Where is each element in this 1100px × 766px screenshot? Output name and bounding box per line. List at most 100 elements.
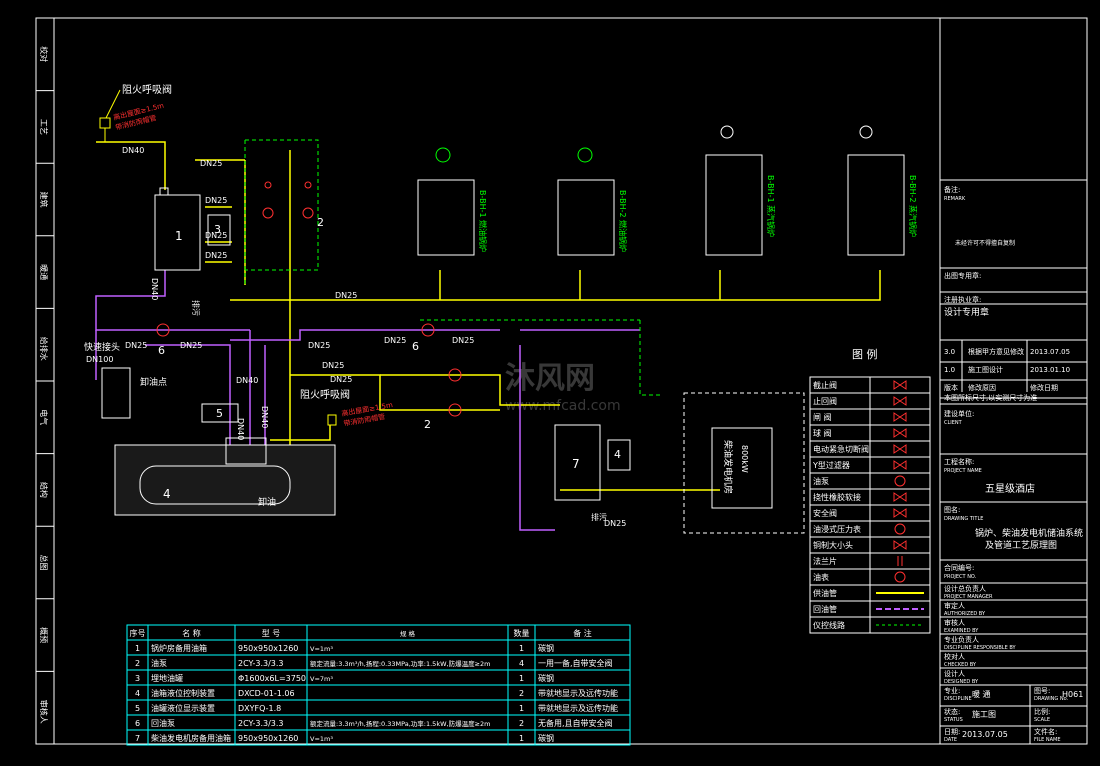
underground-tank-3: 4 卸油 xyxy=(114,437,336,516)
boilers xyxy=(417,125,905,256)
legend-item-label: 闸 阀 xyxy=(813,413,832,422)
quick-connector-size: DN100 xyxy=(86,355,113,364)
pipe-size-label: DN25 xyxy=(180,341,202,350)
left-strip-item: 给排水 xyxy=(39,337,49,361)
title-block-text: DISCIPLINE xyxy=(944,696,972,702)
legend-valve-check-icon xyxy=(893,396,907,406)
pipe-size-label: DN40 xyxy=(236,376,258,385)
legend-item-label: 铜制大小头 xyxy=(813,540,853,550)
title-block-text: 本图所标尺寸,以实测尺寸为准 xyxy=(944,393,1037,402)
left-strip-item: 概预 xyxy=(39,627,49,643)
left-strip-item: 建筑 xyxy=(39,192,49,208)
title-block-text: 日期: xyxy=(944,728,960,736)
watermark-url: www.mfcad.com xyxy=(505,398,621,414)
title-block-text: 备注: xyxy=(944,185,960,194)
title-block-text: 工程名称: xyxy=(944,457,974,466)
watermark-brand: 沐风网 xyxy=(505,361,595,396)
table-cell: 一用一备,自带安全阀 xyxy=(538,658,613,668)
legend-item-label: 油浸式压力表 xyxy=(813,524,861,534)
table-cell: 油泵 xyxy=(151,658,167,668)
legend-item-label: 油表 xyxy=(813,572,829,582)
title-block-text: 状态: xyxy=(944,707,960,716)
legend-item-label: 挠性橡胶软接 xyxy=(813,492,861,502)
left-strip-item: 电气 xyxy=(39,409,49,425)
left-discipline-strip: 校对工艺建筑暖通给排水电气结构总图概预审核人 xyxy=(36,17,54,724)
table-cell: 2 xyxy=(519,689,524,698)
title-block-text: 图名: xyxy=(944,505,960,514)
title-block-text: 2013.07.05 xyxy=(1030,348,1070,356)
table-cell: 无备用,且自带安全阀 xyxy=(538,718,613,728)
table-cell: 回油泵 xyxy=(151,718,175,728)
table-cell: 3 xyxy=(135,674,140,683)
watermark: 沐风网 www.mfcad.com xyxy=(505,361,621,414)
sump-label: 卸油 xyxy=(258,496,276,508)
table-cell: 1 xyxy=(519,704,524,713)
title-block-text: STATUS xyxy=(944,717,963,723)
title-block-text: REMARK xyxy=(944,196,966,202)
pipe-size-label: DN40 xyxy=(236,418,245,440)
drain-label-1: 排污 xyxy=(191,300,201,316)
table-cell: 额定流量:3.3m³/h,扬程:0.33MPa,功率:1.5kW,防爆温度≥2m xyxy=(310,719,491,728)
left-strip-item: 校对 xyxy=(39,46,49,62)
table-cell: 2 xyxy=(519,719,524,728)
equipment-label-4b: 4 xyxy=(614,448,621,461)
title-block-text: 文件名: xyxy=(1034,727,1057,736)
pipe-size-label: DN25 xyxy=(335,291,357,300)
left-strip-item: 审核人 xyxy=(39,700,49,724)
table-header-cell: 型 号 xyxy=(262,629,281,638)
legend-valve-stop-icon xyxy=(893,380,907,390)
cad-drawing-canvas: 校对工艺建筑暖通给排水电气结构总图概预审核人 沐风网 www.mfcad.com… xyxy=(35,17,1088,746)
table-header-cell: 序号 xyxy=(130,628,146,638)
title-block-text: 建设单位: xyxy=(944,409,974,418)
table-cell: 碳钢 xyxy=(538,643,554,653)
table-cell: 锅炉房备用油箱 xyxy=(151,643,207,653)
title-block-text: AUTHORIZED BY xyxy=(944,611,986,617)
legend-gauge-icon xyxy=(894,523,906,535)
left-strip-item: 结构 xyxy=(39,482,49,498)
table-cell: 1 xyxy=(135,644,140,653)
unloading-point-label: 卸油点 xyxy=(140,376,167,388)
generator-power-label: 800kW xyxy=(740,445,749,473)
title-block-text: CHECKED BY xyxy=(944,662,977,668)
return-pumps xyxy=(156,323,462,417)
boiler-label-4: B-BH-2 蒸汽锅炉 xyxy=(908,175,918,237)
title-block-text: EXAMINED BY xyxy=(944,628,979,634)
table-cell: 碳钢 xyxy=(538,673,554,683)
legend-reducer-icon xyxy=(893,540,907,550)
table-cell: 1 xyxy=(519,734,524,743)
pipe-size-label: DN25 xyxy=(604,519,626,528)
table-header-cell: 名 称 xyxy=(182,628,201,638)
title-block-text: 专业负责人 xyxy=(944,635,979,644)
table-cell: Φ1600x6L=3750 xyxy=(238,674,306,683)
table-cell: 950x950x1260 xyxy=(238,734,298,743)
table-cell: 2CY-3.3/3.3 xyxy=(238,659,284,668)
left-strip-item: 暖通 xyxy=(39,264,49,280)
pipe-size-label: DN25 xyxy=(330,375,352,384)
pipe-size-label: DN25 xyxy=(322,361,344,370)
equipment-label-5: 5 xyxy=(216,407,223,420)
table-cell: DXCD-01-1.06 xyxy=(238,689,295,698)
control-lines xyxy=(244,139,660,396)
design-stamp-label: 设计专用章 xyxy=(944,306,989,318)
title-block-text: DISCIPLINE RESPONSIBLE BY xyxy=(944,645,1016,651)
pipe-size-label: DN25 xyxy=(384,336,406,345)
title-block-text: 图号: xyxy=(1034,687,1050,695)
vent-1-label: 阻火呼吸阀 xyxy=(122,83,172,96)
title-block-text: 注册执业章: xyxy=(944,295,981,304)
table-cell: 950x950x1260 xyxy=(238,644,298,653)
title-block-text: 设计人 xyxy=(944,669,965,678)
title-block-text: 比例: xyxy=(1034,707,1050,716)
boiler-label-1: B-BH-1 燃油锅炉 xyxy=(478,190,488,252)
table-cell: 碳钢 xyxy=(538,733,554,743)
table-cell: V=7m³ xyxy=(310,675,333,683)
pipe-size-label: DN25 xyxy=(205,251,227,260)
legend-item-label: 电动紧急切断阀 xyxy=(813,444,869,454)
equipment-label-3: 4 xyxy=(163,487,171,501)
pipe-size-label: DN25 xyxy=(205,196,227,205)
title-block-text: 设计总负责人 xyxy=(944,584,986,593)
vent-1: 阻火呼吸阀 高出屋面≥1.5m 带消防雨帽管 xyxy=(99,83,172,142)
title-block-text: DESIGNED BY xyxy=(944,679,979,685)
left-strip-item: 工艺 xyxy=(39,119,48,135)
title-block-text: 修改日期 xyxy=(1030,383,1058,392)
legend-item-label: 止回阀 xyxy=(813,396,837,406)
